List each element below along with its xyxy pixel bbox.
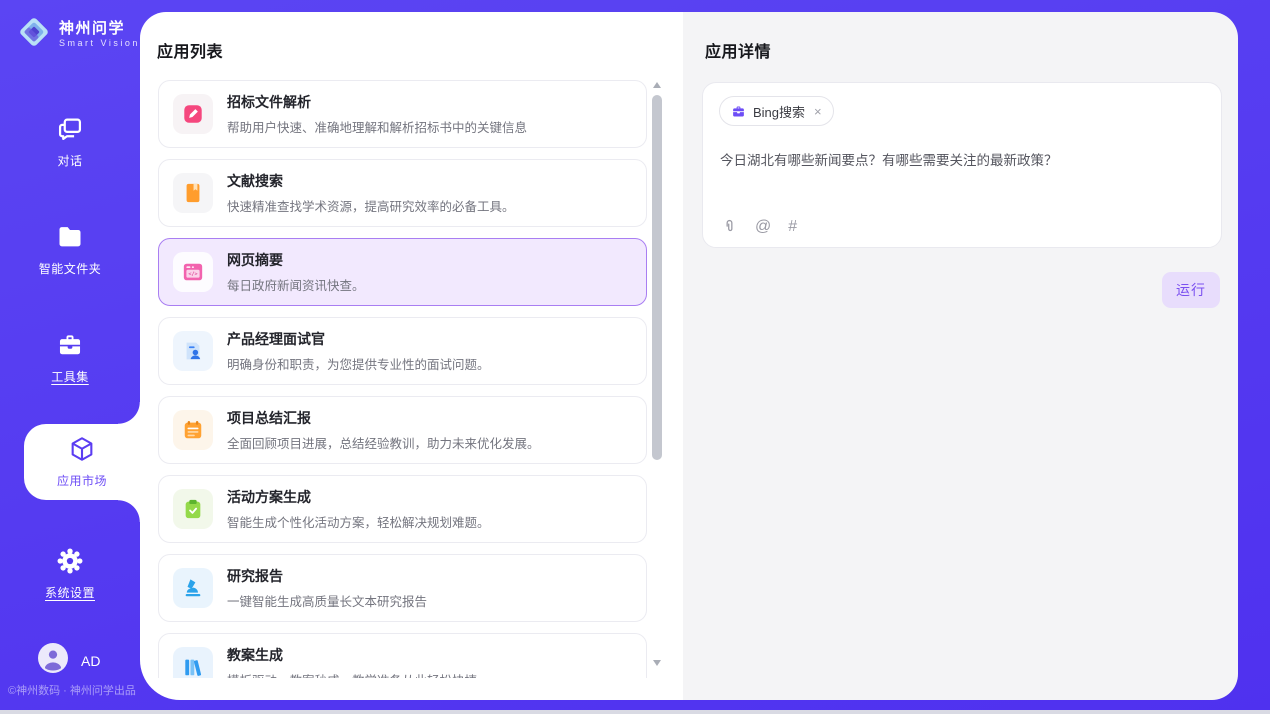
attachment-icon[interactable] <box>721 218 738 235</box>
browser-icon: </> <box>173 252 213 292</box>
chip-close-icon[interactable]: × <box>814 105 822 118</box>
app-card[interactable]: </> 网页摘要 每日政府新闻资讯快查。 <box>158 238 647 306</box>
prompt-card: Bing搜索 × 今日湖北有哪些新闻要点？有哪些需要关注的最新政策？ @ # <box>702 82 1222 248</box>
app-name: 招标文件解析 <box>227 92 527 112</box>
sidebar: 神州问学 Smart Vision 对话 智能文件夹 <box>0 0 140 714</box>
book-icon <box>173 173 213 213</box>
bottom-edge-strip <box>0 710 1270 714</box>
app-detail-title: 应用详情 <box>705 38 771 62</box>
app-list-pane: 应用列表 招标文件解析 帮助用户快速、准确地理解和解析招标书中的关键信息 <box>140 12 683 700</box>
app-description: 全面回顾项目进展，总结经验教训，助力未来优化发展。 <box>227 433 540 452</box>
app-name: 活动方案生成 <box>227 487 490 507</box>
sidebar-item-label: 应用市场 <box>57 472 107 489</box>
app-description: 快速精准查找学术资源，提高研究效率的必备工具。 <box>227 196 515 215</box>
svg-text:</>: </> <box>188 272 197 278</box>
app-name: 教案生成 <box>227 645 477 665</box>
content-panel: 应用列表 招标文件解析 帮助用户快速、准确地理解和解析招标书中的关键信息 <box>140 12 1238 700</box>
summary-icon <box>173 410 213 450</box>
app-name: 文献搜索 <box>227 171 515 191</box>
tool-chip-bing-search[interactable]: Bing搜索 × <box>719 96 834 126</box>
tool-chip-label: Bing搜索 <box>753 102 805 121</box>
sidebar-item[interactable]: 对话 <box>0 88 140 196</box>
diamond-logo-icon <box>16 14 52 55</box>
composer-toolbar: @ # <box>721 218 797 235</box>
prompt-input[interactable]: 今日湖北有哪些新闻要点？有哪些需要关注的最新政策？ <box>720 151 1201 171</box>
briefcase-icon <box>731 104 746 119</box>
app-card[interactable]: 产品经理面试官 明确身份和职责，为您提供专业性的面试问题。 <box>158 317 647 385</box>
sidebar-item-label: 工具集 <box>51 368 89 385</box>
app-description: 帮助用户快速、准确地理解和解析招标书中的关键信息 <box>227 117 527 136</box>
app-card[interactable]: 活动方案生成 智能生成个性化活动方案，轻松解决规划难题。 <box>158 475 647 543</box>
user-account[interactable]: AD <box>38 643 100 678</box>
app-name: 研究报告 <box>227 566 427 586</box>
sidebar-item-label: 系统设置 <box>45 584 95 601</box>
books-icon <box>173 647 213 678</box>
sidebar-nav: 对话 智能文件夹 工具集 <box>0 88 140 628</box>
app-detail-pane: 应用详情 Bing搜索 × 今日湖北有哪些新闻要点？有哪些需要关注的最新政策？ <box>683 12 1238 700</box>
scroll-up-button[interactable] <box>651 80 663 90</box>
app-name: 网页摘要 <box>227 250 365 270</box>
app-window: 神州问学 Smart Vision 对话 智能文件夹 <box>0 0 1270 714</box>
app-description: 一键智能生成高质量长文本研究报告 <box>227 591 427 610</box>
interview-icon <box>173 331 213 371</box>
microscope-icon <box>173 568 213 608</box>
run-button[interactable]: 运行 <box>1162 272 1220 308</box>
app-description: 模板驱动，教案秒成，教学准备从此轻松快捷 <box>227 670 477 678</box>
mention-icon[interactable]: @ <box>755 219 771 235</box>
hashtag-icon[interactable]: # <box>788 219 797 235</box>
brand-logo: 神州问学 Smart Vision <box>16 14 140 55</box>
scrollbar-thumb[interactable] <box>652 95 662 460</box>
edit-icon <box>173 94 213 134</box>
app-card[interactable]: 文献搜索 快速精准查找学术资源，提高研究效率的必备工具。 <box>158 159 647 227</box>
app-list: 招标文件解析 帮助用户快速、准确地理解和解析招标书中的关键信息 文献搜索 快速精… <box>158 80 647 678</box>
app-card[interactable]: 项目总结汇报 全面回顾项目进展，总结经验教训，助力未来优化发展。 <box>158 396 647 464</box>
app-card[interactable]: 研究报告 一键智能生成高质量长文本研究报告 <box>158 554 647 622</box>
app-card[interactable]: 招标文件解析 帮助用户快速、准确地理解和解析招标书中的关键信息 <box>158 80 647 148</box>
sidebar-item-label: 对话 <box>57 152 82 169</box>
app-name: 产品经理面试官 <box>227 329 490 349</box>
toolbox-icon <box>56 331 84 359</box>
sidebar-item[interactable]: 应用市场 <box>0 412 140 520</box>
sidebar-item[interactable]: 系统设置 <box>0 520 140 628</box>
app-description: 明确身份和职责，为您提供专业性的面试问题。 <box>227 354 490 373</box>
folder-icon <box>56 223 84 251</box>
sidebar-item[interactable]: 智能文件夹 <box>0 196 140 304</box>
app-name: 项目总结汇报 <box>227 408 540 428</box>
app-description: 每日政府新闻资讯快查。 <box>227 275 365 294</box>
copyright-footer: ©神州数码 · 神州问学出品 <box>8 682 136 698</box>
app-card[interactable]: 教案生成 模板驱动，教案秒成，教学准备从此轻松快捷 <box>158 633 647 678</box>
sidebar-item[interactable]: 工具集 <box>0 304 140 412</box>
scroll-down-button[interactable] <box>651 658 663 668</box>
brand-subtitle: Smart Vision <box>59 38 140 49</box>
chat-icon <box>56 115 84 143</box>
clipboard-icon <box>173 489 213 529</box>
brand-name: 神州问学 <box>59 20 140 38</box>
gear-icon <box>56 547 84 575</box>
app-description: 智能生成个性化活动方案，轻松解决规划难题。 <box>227 512 490 531</box>
avatar-icon <box>38 643 68 678</box>
cube-icon <box>68 435 96 463</box>
app-list-title: 应用列表 <box>157 38 223 62</box>
list-scrollbar <box>651 80 663 668</box>
sidebar-item-label: 智能文件夹 <box>39 260 102 277</box>
user-name: AD <box>81 653 100 669</box>
